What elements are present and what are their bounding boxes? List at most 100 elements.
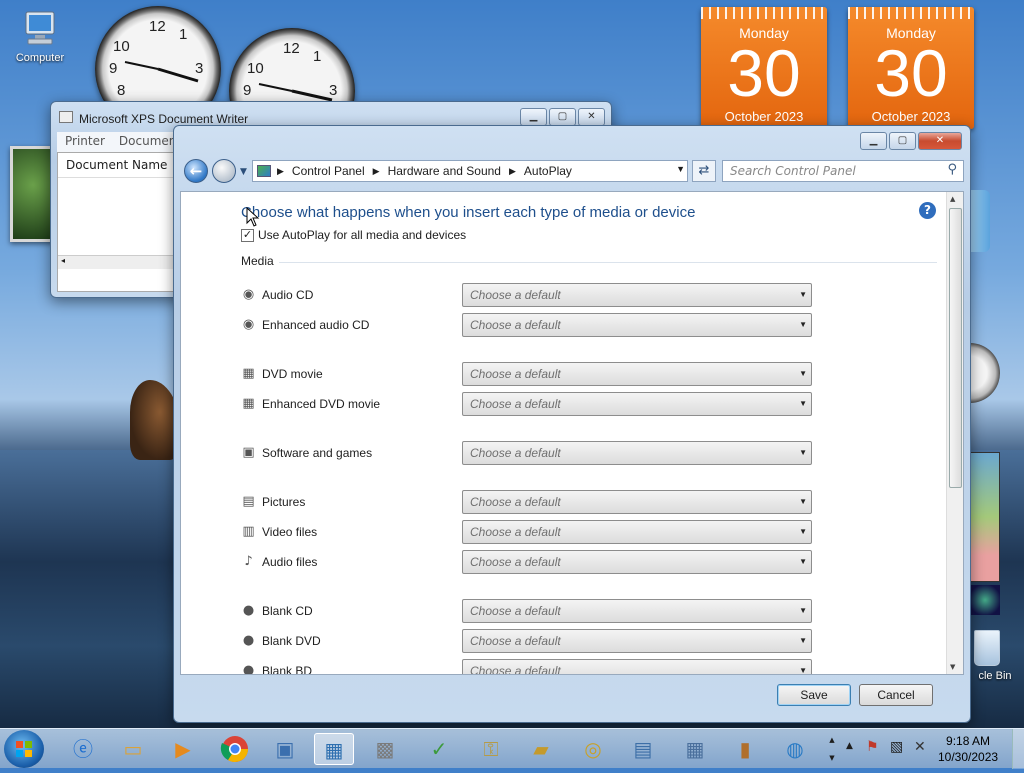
- action-center-icon[interactable]: ⚑: [866, 739, 879, 755]
- media-label: Blank CD: [262, 604, 313, 618]
- internet-explorer-icon[interactable]: ⓔ: [66, 733, 100, 765]
- default-action-dropdown[interactable]: Choose a default ▼: [462, 599, 812, 623]
- scroll-up-icon[interactable]: ▲: [950, 195, 955, 203]
- computer-desktop-icon[interactable]: Computer: [8, 10, 72, 64]
- search-icon[interactable]: ⚲: [947, 162, 957, 177]
- breadcrumb-control-panel[interactable]: Control Panel: [292, 164, 365, 178]
- control-panel-taskbar-icon[interactable]: ▦: [314, 733, 354, 765]
- default-action-dropdown[interactable]: Choose a default ▼: [462, 659, 812, 675]
- section-divider: [279, 262, 937, 263]
- blank-dvd-icon: ●: [242, 633, 255, 648]
- disc-icon[interactable]: ◎: [576, 733, 610, 765]
- show-hidden-icons-icon[interactable]: ▲: [846, 741, 853, 751]
- refresh-button[interactable]: ⇄: [692, 160, 716, 182]
- weather-strip-gadget[interactable]: [970, 452, 1000, 582]
- taskbar-scroll-buttons[interactable]: ▲ ▼: [826, 731, 838, 767]
- volume-muted-icon[interactable]: ✕: [914, 739, 926, 755]
- breadcrumb-arrow-icon[interactable]: ▶: [509, 166, 516, 177]
- file-explorer-icon[interactable]: ▭: [116, 733, 150, 765]
- gadget-blue-panel[interactable]: [970, 190, 990, 252]
- security-keys-icon[interactable]: ⚿: [474, 733, 508, 765]
- show-desktop-button[interactable]: [1012, 729, 1024, 769]
- task-scheduler-icon[interactable]: ▦: [678, 733, 712, 765]
- chrome-icon[interactable]: [218, 733, 252, 765]
- dropdown-arrow-icon: ▼: [799, 557, 807, 566]
- default-action-dropdown[interactable]: Choose a default ▼: [462, 283, 812, 307]
- dropdown-arrow-icon: ▼: [799, 606, 807, 615]
- maximize-button[interactable]: ▢: [889, 132, 916, 150]
- use-autoplay-checkbox[interactable]: ✓: [241, 228, 254, 242]
- breadcrumb-autoplay[interactable]: AutoPlay: [524, 164, 572, 178]
- media-row-enhanced-audio-cd: ◉ Enhanced audio CD Choose a default ▼: [241, 313, 821, 337]
- breadcrumb-arrow-icon[interactable]: ▶: [373, 166, 380, 177]
- enhanced-audio-cd-icon: ◉: [242, 317, 255, 332]
- menu-printer[interactable]: Printer: [65, 134, 105, 150]
- system-clock[interactable]: 9:18 AM 10/30/2023: [938, 733, 998, 765]
- default-action-dropdown[interactable]: Choose a default ▼: [462, 520, 812, 544]
- media-player-icon[interactable]: ▶: [166, 733, 200, 765]
- taskbar: ⓔ ▭ ▶ ▣ ▦ ▩ ✓ ⚿ ▰ ◎ ▤ ▦ ▮ ◍ ▲ ▼ ▲ ⚑ ▧ ✕ 9…: [0, 728, 1024, 769]
- default-action-dropdown[interactable]: Choose a default ▼: [462, 550, 812, 574]
- clock-date: 10/30/2023: [938, 750, 999, 764]
- globe-network-icon[interactable]: ◍: [778, 733, 812, 765]
- firewall-icon[interactable]: ▩: [368, 733, 402, 765]
- minimize-button[interactable]: ▁: [860, 132, 887, 150]
- page-heading: Choose what happens when you insert each…: [241, 204, 696, 221]
- default-action-dropdown[interactable]: Choose a default ▼: [462, 441, 812, 465]
- media-row-blank-cd: ● Blank CD Choose a default ▼: [241, 599, 821, 623]
- remote-desktop-icon[interactable]: ▣: [268, 733, 302, 765]
- close-button[interactable]: ✕: [578, 108, 605, 126]
- recycle-bin-label: cle Bin: [978, 670, 1012, 682]
- default-action-dropdown[interactable]: Choose a default ▼: [462, 490, 812, 514]
- audio-cd-icon: ◉: [242, 287, 255, 302]
- address-dropdown-icon[interactable]: ▼: [676, 164, 685, 174]
- printer-icon: [59, 111, 73, 123]
- scroll-down-icon[interactable]: ▼: [950, 663, 955, 671]
- dropdown-value: Choose a default: [470, 664, 561, 675]
- menu-document[interactable]: Document: [119, 134, 181, 150]
- breadcrumb-hardware-and-sound[interactable]: Hardware and Sound: [388, 164, 501, 178]
- network-icon[interactable]: ✓: [422, 733, 456, 765]
- default-action-dropdown[interactable]: Choose a default ▼: [462, 313, 812, 337]
- calendar-date: 30: [727, 36, 801, 110]
- dropdown-value: Choose a default: [470, 634, 561, 648]
- use-autoplay-label[interactable]: Use AutoPlay for all media and devices: [258, 228, 466, 242]
- calendar-gadget-1[interactable]: Monday 30 October 2023: [701, 7, 827, 129]
- minimize-button[interactable]: ▁: [520, 108, 547, 126]
- recent-pages-dropdown-icon[interactable]: ▼: [240, 167, 247, 177]
- back-button[interactable]: ←: [184, 159, 208, 183]
- autoplay-control-panel-window[interactable]: ▁ ▢ ✕ ← ▼ ▶ Control Panel ▶ Hardware and…: [173, 125, 971, 723]
- scrollbar-thumb[interactable]: [949, 208, 962, 488]
- cancel-button[interactable]: Cancel: [859, 684, 933, 706]
- help-icon[interactable]: ?: [919, 202, 936, 219]
- scroll-left-icon[interactable]: ◂: [61, 256, 65, 265]
- maximize-button[interactable]: ▢: [549, 108, 576, 126]
- network-status-icon[interactable]: ▧: [890, 739, 903, 755]
- save-button[interactable]: Save: [777, 684, 851, 706]
- recycle-bin-desktop-icon[interactable]: cle Bin: [966, 630, 1024, 682]
- default-action-dropdown[interactable]: Choose a default ▼: [462, 629, 812, 653]
- calendar-gadget-2[interactable]: Monday 30 October 2023: [848, 7, 974, 129]
- dropdown-value: Choose a default: [470, 604, 561, 618]
- forward-button[interactable]: [212, 159, 236, 183]
- close-button[interactable]: ✕: [918, 132, 962, 150]
- vertical-scrollbar[interactable]: ▲ ▼: [946, 192, 963, 674]
- cpu-meter-gadget[interactable]: [970, 343, 1000, 403]
- windows-logo-icon: [16, 741, 32, 757]
- calendar-date: 30: [874, 36, 948, 110]
- dropdown-value: Choose a default: [470, 525, 561, 539]
- default-action-dropdown[interactable]: Choose a default ▼: [462, 362, 812, 386]
- start-button[interactable]: [4, 730, 44, 768]
- default-action-dropdown[interactable]: Choose a default ▼: [462, 392, 812, 416]
- video-files-icon: ▥: [242, 524, 255, 539]
- media-label: Video files: [262, 525, 318, 539]
- breadcrumb-arrow-icon[interactable]: ▶: [277, 166, 284, 177]
- address-bar[interactable]: ▶ Control Panel ▶ Hardware and Sound ▶ A…: [252, 160, 688, 182]
- use-autoplay-option[interactable]: ✓ Use AutoPlay for all media and devices: [241, 228, 466, 242]
- programs-icon[interactable]: ▰: [524, 733, 558, 765]
- control-panel-icon: [257, 165, 271, 177]
- computer-management-icon[interactable]: ▤: [626, 733, 660, 765]
- search-control-panel-input[interactable]: Search Control Panel ⚲: [722, 160, 964, 182]
- windows-logo-gadget[interactable]: [970, 585, 1000, 615]
- device-icon[interactable]: ▮: [728, 733, 762, 765]
